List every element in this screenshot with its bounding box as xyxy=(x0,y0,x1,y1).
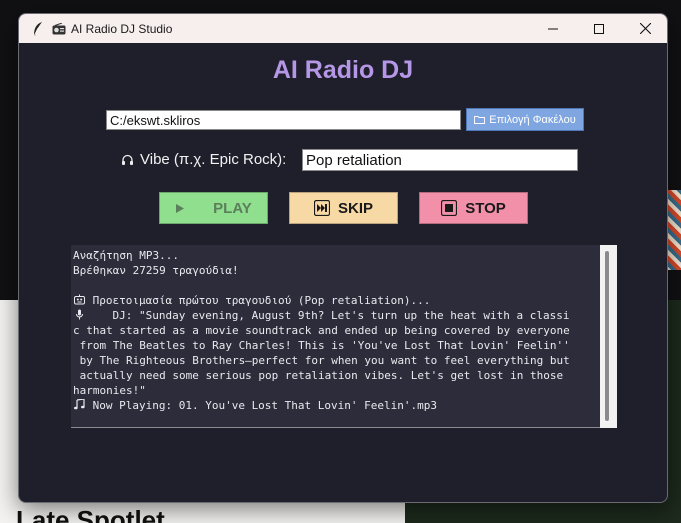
log-line-text: from The Beatles to Ray Charles! This is… xyxy=(73,339,570,352)
skip-icon xyxy=(313,200,330,216)
headphones-icon xyxy=(122,154,133,165)
log-scrollbar[interactable] xyxy=(600,245,617,428)
log-line-text: Βρέθηκαν 27259 τραγούδια! xyxy=(73,264,239,277)
background-heading: Late Spotlet xyxy=(16,505,165,523)
output-log[interactable]: Αναζήτηση MP3... Βρέθηκαν 27259 τραγούδια… xyxy=(71,245,617,428)
maximize-icon xyxy=(594,23,604,34)
log-line-text: by The Righteous Brothers—perfect for wh… xyxy=(73,354,570,367)
choose-folder-button[interactable]: Επιλογή Φακέλου xyxy=(466,108,584,131)
log-line: c that started as a movie soundtrack and… xyxy=(73,323,599,338)
log-line-text: Αναζήτηση MP3... xyxy=(73,249,179,262)
log-line: Προετοιμασία πρώτου τραγουδιού (Pop reta… xyxy=(73,293,599,308)
log-line-text: c that started as a movie soundtrack and… xyxy=(73,324,570,337)
log-line-text: DJ: "Sunday evening, August 9th? Let's t… xyxy=(86,309,570,322)
robot-icon xyxy=(73,294,86,305)
choose-folder-label: Επιλογή Φακέλου xyxy=(489,113,576,126)
app-heading: AI Radio DJ xyxy=(272,56,414,84)
play-label: PLAY xyxy=(213,199,252,217)
log-line: DJ: "Sunday evening, August 9th? Let's t… xyxy=(73,308,599,323)
microphone-icon xyxy=(73,309,86,320)
feather-icon xyxy=(31,21,45,37)
minimize-button[interactable] xyxy=(530,14,576,43)
log-line: harmonies!" xyxy=(73,383,599,398)
music-note-icon xyxy=(73,398,86,410)
log-line-text: harmonies!" xyxy=(73,384,146,397)
radio-icon xyxy=(51,21,67,37)
stop-button[interactable]: STOP xyxy=(419,192,528,224)
title-bar[interactable]: AI Radio DJ Studio xyxy=(19,14,667,43)
maximize-button[interactable] xyxy=(576,14,622,43)
vibe-input[interactable] xyxy=(302,149,578,171)
log-line-text: Now Playing: 01. You've Lost That Lovin'… xyxy=(86,399,437,412)
stop-label: STOP xyxy=(465,199,506,217)
close-button[interactable] xyxy=(622,14,667,43)
close-icon xyxy=(639,23,651,34)
folder-icon xyxy=(474,116,486,124)
app-window: AI Radio DJ Studio AI Radio DJ Επιλογή Φ… xyxy=(18,13,668,503)
vibe-label-text: Vibe (π.χ. Epic Rock): xyxy=(140,151,287,168)
skip-button[interactable]: SKIP xyxy=(289,192,398,224)
log-line-text: Προετοιμασία πρώτου τραγουδιού (Pop reta… xyxy=(86,294,431,307)
minimize-icon xyxy=(548,28,558,29)
window-title: AI Radio DJ Studio xyxy=(71,21,173,36)
log-line: Βρέθηκαν 27259 τραγούδια! xyxy=(73,263,599,278)
vibe-label: Vibe (π.χ. Epic Rock): xyxy=(121,151,286,168)
play-icon xyxy=(176,203,185,213)
log-line: Now Playing: 01. You've Lost That Lovin'… xyxy=(73,398,599,413)
log-scrollbar-thumb[interactable] xyxy=(605,251,609,421)
folder-path-input[interactable] xyxy=(106,110,461,130)
skip-label: SKIP xyxy=(337,199,373,217)
play-button[interactable]: PLAY xyxy=(159,192,268,224)
log-lines: Αναζήτηση MP3... Βρέθηκαν 27259 τραγούδια… xyxy=(73,248,599,413)
log-line: Αναζήτηση MP3... xyxy=(73,248,599,263)
log-line: by The Righteous Brothers—perfect for wh… xyxy=(73,353,599,368)
log-line: from The Beatles to Ray Charles! This is… xyxy=(73,338,599,353)
stop-icon xyxy=(441,200,458,216)
log-line-text: actually need some serious pop retaliati… xyxy=(73,369,564,382)
log-line: actually need some serious pop retaliati… xyxy=(73,368,599,383)
